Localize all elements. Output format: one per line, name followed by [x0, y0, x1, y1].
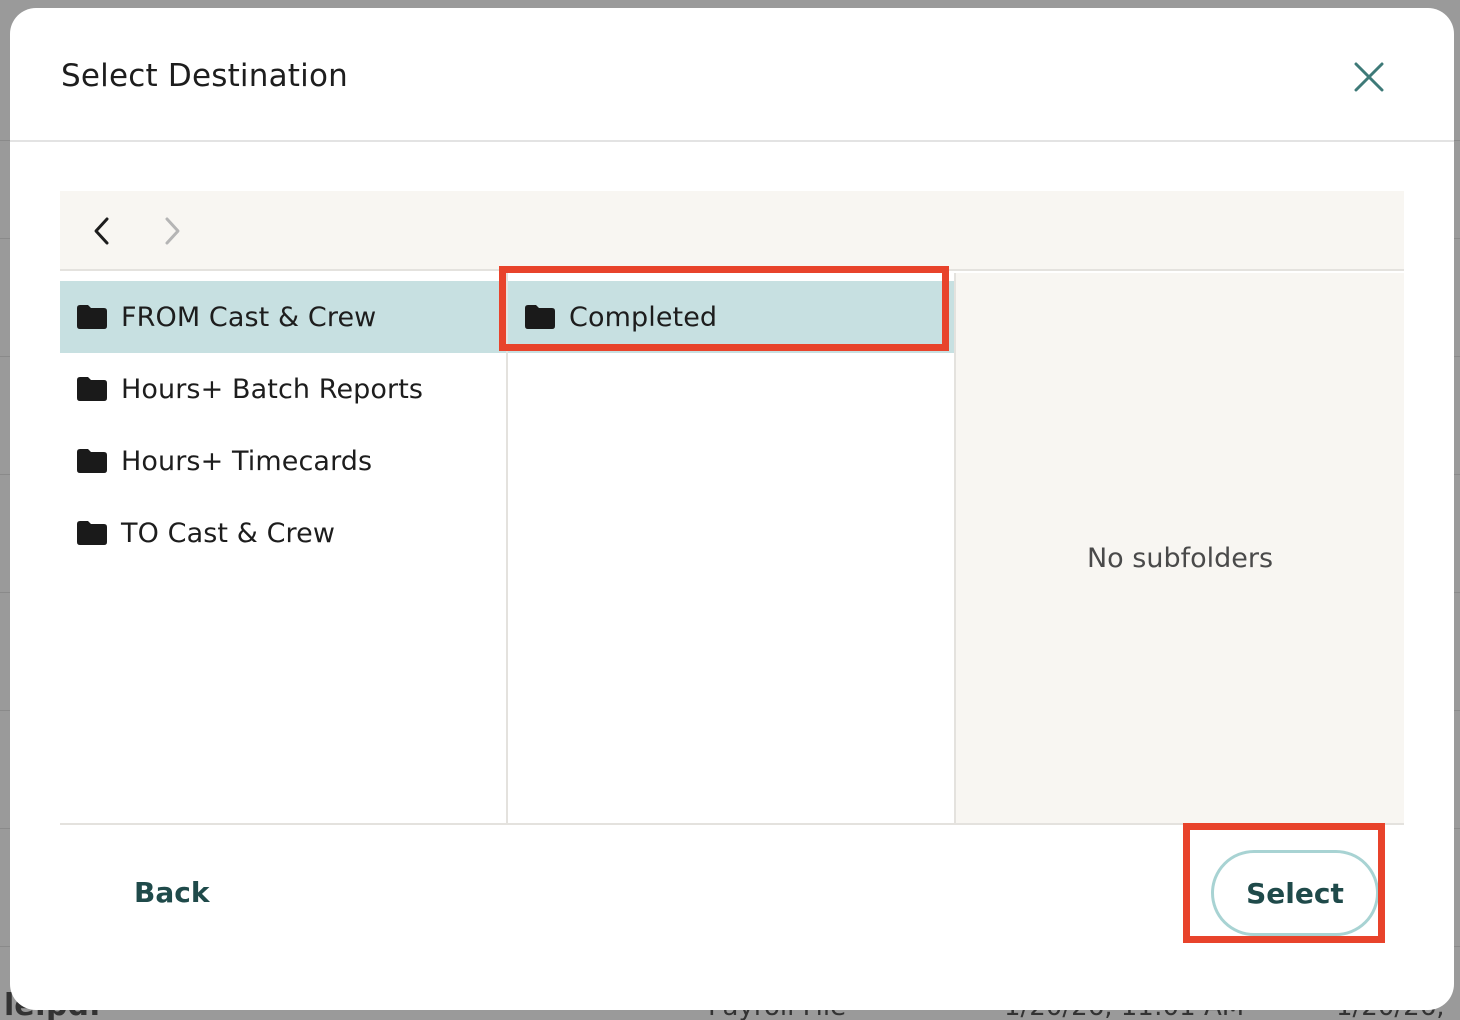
chevron-left-icon: [94, 217, 109, 245]
nav-back-button[interactable]: [82, 211, 122, 251]
folder-browser: FROM Cast & Crew Hours+ Batch Reports Ho…: [60, 191, 1404, 825]
folder-icon: [525, 305, 555, 329]
folder-columns: FROM Cast & Crew Hours+ Batch Reports Ho…: [60, 273, 1404, 825]
folder-icon: [77, 521, 107, 545]
folder-column-3: No subfolders: [956, 273, 1404, 825]
folder-icon: [77, 305, 107, 329]
dialog-title: Select Destination: [61, 58, 348, 94]
folder-label: Hours+ Timecards: [121, 445, 373, 477]
folder-item-hours-batch-reports[interactable]: Hours+ Batch Reports: [60, 353, 506, 425]
folder-label: TO Cast & Crew: [121, 517, 336, 549]
close-button[interactable]: [1346, 54, 1392, 100]
back-button[interactable]: Back: [134, 876, 209, 909]
folder-label: Hours+ Batch Reports: [121, 373, 424, 405]
folder-column-2: Completed: [508, 273, 956, 825]
folder-item-completed[interactable]: Completed: [508, 281, 954, 353]
nav-forward-button[interactable]: [152, 211, 192, 251]
close-icon: [1354, 62, 1384, 92]
no-subfolders-message: No subfolders: [1086, 543, 1274, 574]
footer-divider: [60, 823, 1404, 825]
folder-item-hours-timecards[interactable]: Hours+ Timecards: [60, 425, 506, 497]
select-button[interactable]: Select: [1211, 850, 1379, 936]
folder-label: FROM Cast & Crew: [121, 301, 377, 333]
navigation-bar: [60, 191, 1404, 271]
folder-icon: [77, 377, 107, 401]
select-destination-dialog: Select Destination FROM Cast & Crew Hour…: [10, 8, 1454, 1010]
folder-column-1: FROM Cast & Crew Hours+ Batch Reports Ho…: [60, 273, 508, 825]
folder-item-to-cast-crew[interactable]: TO Cast & Crew: [60, 497, 506, 569]
chevron-right-icon: [165, 217, 180, 245]
folder-item-from-cast-crew[interactable]: FROM Cast & Crew: [60, 281, 506, 353]
folder-icon: [77, 449, 107, 473]
dialog-header: Select Destination: [10, 8, 1454, 142]
folder-label: Completed: [569, 301, 718, 333]
